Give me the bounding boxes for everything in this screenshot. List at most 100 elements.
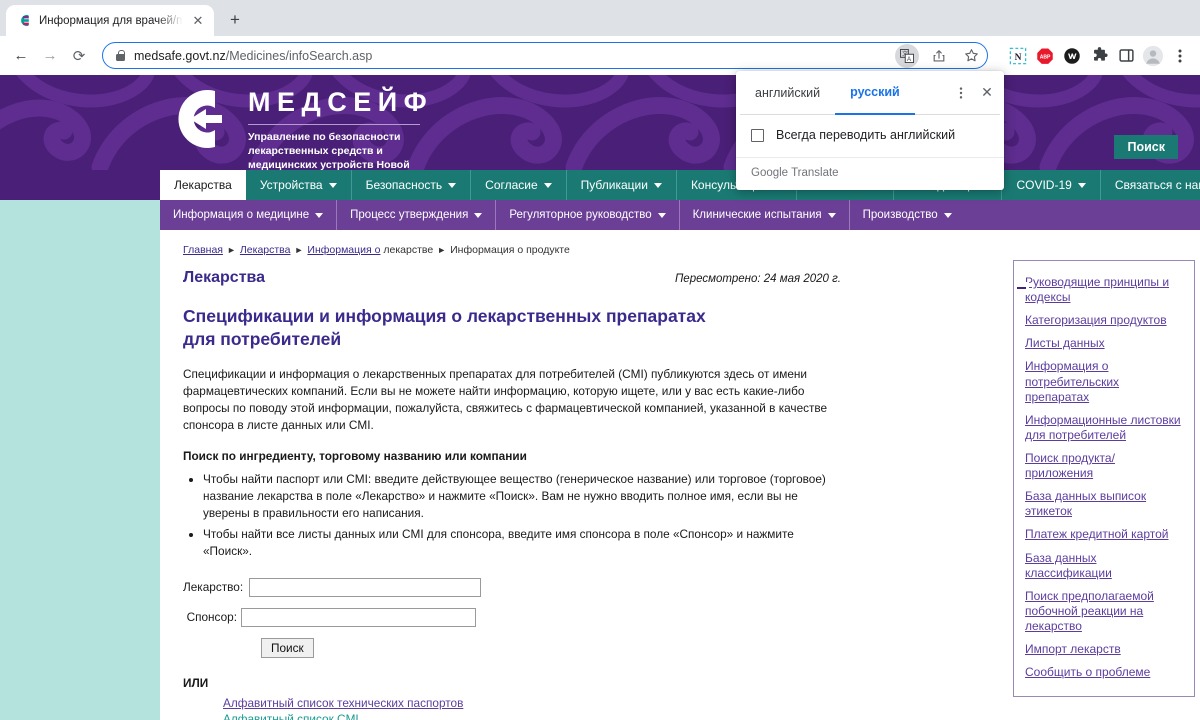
alternative-link[interactable]: Алфавитный список технических паспортов (223, 695, 843, 712)
related-panel-link[interactable]: Платеж кредитной картой (1014, 523, 1194, 546)
adblock-plus-icon[interactable]: ABP (1032, 43, 1058, 69)
chevron-down-icon (543, 182, 552, 188)
nav-primary-item[interactable]: Безопасность (352, 170, 472, 200)
alternative-links-list: Алфавитный список технических паспортов А… (183, 695, 843, 720)
related-panel-link[interactable]: Поиск предполагаемой побочной реакции на… (1014, 585, 1194, 638)
instruction-item: Чтобы найти все листы данных или CMI для… (203, 526, 843, 560)
related-panel-link[interactable]: Поиск продукта/приложения (1014, 447, 1194, 485)
page-viewport: МЕДСЕЙФ Управление по безопасности лекар… (0, 75, 1200, 720)
brand-block[interactable]: МЕДСЕЙФ Управление по безопасности лекар… (160, 75, 433, 170)
medicine-label: Лекарство: (183, 580, 244, 595)
related-info-header[interactable]: анная информация (880, 273, 1035, 303)
side-panel-icon[interactable] (1113, 43, 1139, 69)
chevron-down-icon (943, 212, 952, 218)
back-icon[interactable]: ← (7, 42, 35, 70)
related-panel-link[interactable]: Импорт лекарств (1014, 638, 1194, 661)
header-search-button[interactable]: Поиск (1114, 135, 1178, 159)
chevron-down-icon (474, 212, 483, 218)
breadcrumb-current: Информация о продукте (450, 244, 570, 256)
revised-date: Пересмотрено: 24 мая 2020 г. (674, 273, 841, 285)
nav-primary-item[interactable]: Связаться с нами (1101, 170, 1200, 200)
instruction-list: Чтобы найти паспорт или CMI: введите дей… (183, 471, 843, 559)
close-icon[interactable]: ✕ (974, 71, 1000, 115)
translate-language-tab[interactable]: английский (740, 71, 836, 115)
chevron-down-icon (827, 212, 836, 218)
nav-secondary-item[interactable]: Регуляторное руководство (496, 200, 680, 230)
brand-divider (248, 124, 420, 125)
medicine-input[interactable] (249, 577, 481, 597)
breadcrumb: Главная ► Лекарства ► Информация о лекарстве… (183, 244, 843, 256)
nav-primary-item[interactable]: Лекарства (160, 170, 246, 200)
related-info-title: анная информация (882, 280, 1007, 296)
chrome-menu-icon[interactable] (1167, 43, 1193, 69)
browser-tab[interactable]: Информация для врачей/потр ✕ (6, 5, 214, 36)
alternative-link[interactable]: Алфавитный список CMI (223, 711, 843, 720)
google-translate-popup: английский русский ✕ Всегда переводить анг… (736, 71, 1004, 190)
nav-primary-label: Безопасность (365, 178, 443, 192)
page-heading: Спецификации и информация о лекарственны… (183, 306, 706, 350)
url-path: /Medicines/infoSearch.asp (225, 48, 373, 63)
medicine-row: Лекарство: (183, 577, 843, 597)
nav-primary-item[interactable]: COVID-19 (1002, 170, 1101, 200)
new-tab-button[interactable]: + (221, 6, 249, 34)
related-panel-link[interactable]: База данных выписок этикеток (1014, 485, 1194, 523)
dark-circle-extension-icon[interactable] (1059, 43, 1085, 69)
notion-extension-icon[interactable]: N (1005, 43, 1031, 69)
nav-primary-item[interactable]: Устройства (246, 170, 352, 200)
lock-icon (115, 49, 126, 62)
related-panel-link[interactable]: База данных классификации (1014, 547, 1194, 585)
puzzle-extensions-icon[interactable] (1086, 43, 1112, 69)
reload-icon[interactable]: ⟳ (65, 42, 93, 70)
close-icon[interactable]: ✕ (190, 13, 206, 29)
related-panel-link[interactable]: Информационные листовки для потребителей (1014, 409, 1194, 447)
breadcrumb-link[interactable]: Главная (183, 244, 223, 256)
address-bar[interactable]: medsafe.govt.nz/Medicines/infoSearch.asp… (102, 42, 988, 69)
main-column: Главная ► Лекарства ► Информация о лекарстве… (183, 244, 843, 720)
related-panel-link[interactable]: Руководящие принципы и кодексы (1014, 271, 1194, 309)
nav-primary-item[interactable]: Согласие (471, 170, 567, 200)
breadcrumb-separator: ► (294, 245, 304, 255)
nav-secondary-label: Производство (862, 209, 938, 221)
nav-secondary-item[interactable]: Процесс утверждения (337, 200, 497, 230)
or-label: ИЛИ (183, 675, 209, 690)
three-dots-vertical-icon[interactable] (948, 71, 974, 115)
translate-language-tab[interactable]: русский (835, 71, 915, 115)
primary-navigation: Лекарства Устройства Безопасность Согласие П… (0, 170, 1200, 200)
nav-primary-item[interactable]: Публикации (567, 170, 677, 200)
breadcrumb-link[interactable]: Лекарства (240, 244, 291, 256)
nav-secondary-item[interactable]: Клинические испытания (680, 200, 850, 230)
always-translate-label: Всегда переводить английский (776, 128, 956, 142)
nav-secondary-item[interactable]: Информация о медицине (160, 200, 338, 230)
nav-secondary-item[interactable]: Производство (850, 200, 965, 230)
related-panel-link[interactable]: Информация о потребительских препаратах (1014, 355, 1194, 408)
breadcrumb-separator: ► (437, 245, 447, 255)
share-icon[interactable] (927, 44, 951, 68)
search-submit-button[interactable]: Поиск (261, 637, 314, 658)
always-translate-checkbox[interactable] (751, 128, 764, 142)
chevron-down-icon (448, 182, 457, 188)
related-panel-link[interactable]: Сообщить о проблеме (1014, 661, 1194, 684)
content-area: Руководящие принципы и кодексы Категориза… (0, 230, 1200, 720)
related-panel-link[interactable]: Листы данных (1014, 332, 1194, 355)
minus-collapse-icon[interactable] (1014, 281, 1029, 295)
intro-paragraph: Спецификации и информация о лекарственны… (183, 366, 828, 433)
forward-icon[interactable]: → (36, 42, 64, 70)
breadcrumb-link[interactable]: Информация о (307, 244, 380, 256)
svg-text:N: N (1015, 52, 1022, 62)
search-form: Лекарство: Спонсор: Поиск (183, 577, 843, 658)
nav-primary-label: Лекарства (174, 178, 232, 192)
chevron-down-icon (315, 212, 324, 218)
sponsor-input[interactable] (241, 607, 476, 627)
related-info-panel: Руководящие принципы и кодексы Категориза… (1013, 260, 1195, 698)
breadcrumb-suffix: лекарстве (380, 244, 434, 256)
translate-icon[interactable]: 文 A (895, 43, 919, 68)
site-title: МЕДСЕЙФ (248, 87, 434, 117)
chevron-down-icon (657, 212, 666, 218)
related-panel-link[interactable]: Категоризация продуктов (1014, 309, 1194, 332)
translate-option-row[interactable]: Всегда переводить английский (736, 115, 1004, 157)
translate-footer-label: Google Translate (736, 157, 1004, 190)
sponsor-row: Спонсор: (183, 607, 843, 627)
profile-avatar-icon[interactable] (1140, 43, 1166, 69)
site-subtitle: Управление по безопасности лекарственных… (248, 131, 410, 170)
bookmark-star-icon[interactable] (959, 44, 983, 68)
